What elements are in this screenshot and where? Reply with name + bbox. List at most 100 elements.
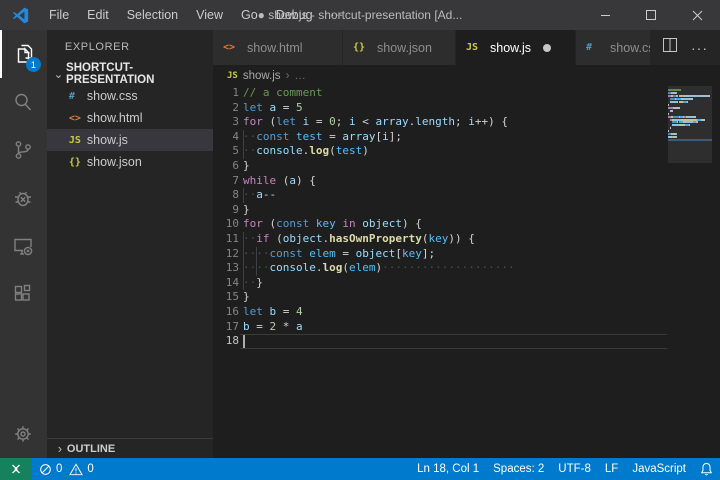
line-number[interactable]: 13: [213, 261, 239, 276]
line-number[interactable]: 7: [213, 174, 239, 189]
tab-show.html[interactable]: <>show.html: [213, 30, 343, 65]
remote-indicator[interactable]: [0, 458, 32, 480]
menu-go[interactable]: Go: [232, 0, 267, 30]
menu-selection[interactable]: Selection: [118, 0, 187, 30]
tab-show.js[interactable]: JSshow.js: [456, 30, 576, 65]
token: let: [276, 115, 296, 128]
status-cursor-position[interactable]: Ln 18, Col 1: [410, 458, 486, 480]
token: key: [316, 217, 336, 230]
line-number[interactable]: 9: [213, 203, 239, 218]
code-line-6[interactable]: 6}: [213, 159, 720, 174]
token: =: [336, 247, 356, 260]
status-language-mode[interactable]: JavaScript: [625, 458, 693, 480]
token: *: [276, 320, 296, 333]
close-button[interactable]: [674, 0, 720, 30]
tab-show.css[interactable]: #show.css: [576, 30, 651, 65]
file-item-show.js[interactable]: JSshow.js: [47, 129, 213, 151]
more-actions-icon[interactable]: ···: [691, 40, 708, 56]
problems-status[interactable]: 0 0: [32, 458, 101, 480]
warning-triangle-icon: [69, 463, 83, 476]
minimize-button[interactable]: [582, 0, 628, 30]
line-number[interactable]: 17: [213, 320, 239, 335]
split-editor-icon[interactable]: [663, 38, 677, 57]
line-number[interactable]: 11: [213, 232, 239, 247]
line-number[interactable]: 14: [213, 276, 239, 291]
code-line-2[interactable]: 2let a = 5: [213, 101, 720, 116]
menu-view[interactable]: View: [187, 0, 232, 30]
extensions-icon[interactable]: [0, 270, 47, 318]
code-line-10[interactable]: 10 for (const key in object) {: [213, 217, 720, 232]
line-content: }: [243, 290, 250, 305]
breadcrumb-more[interactable]: …: [294, 70, 306, 82]
line-content: for (const key in object) {: [243, 217, 422, 232]
search-icon[interactable]: [0, 78, 47, 126]
line-content: ····console.log(elem)···················…: [243, 261, 515, 276]
code-line-8[interactable]: 8··a--: [213, 188, 720, 203]
tab-show.json[interactable]: {}show.json: [343, 30, 456, 65]
line-number[interactable]: 15: [213, 290, 239, 305]
line-number[interactable]: 1: [213, 86, 239, 101]
code-line-7[interactable]: 7while (a) {: [213, 174, 720, 189]
explorer-icon[interactable]: 1: [0, 30, 47, 78]
code-line-9[interactable]: 9}: [213, 203, 720, 218]
code-line-11[interactable]: 11··if (object.hasOwnProperty(key)) {: [213, 232, 720, 247]
code-line-12[interactable]: 12····const elem = object[key];: [213, 247, 720, 262]
menu-bar: FileEditSelectionViewGoDebug···: [40, 0, 352, 30]
maximize-button[interactable]: [628, 0, 674, 30]
warning-count: 0: [87, 463, 93, 475]
line-number[interactable]: 8: [213, 188, 239, 203]
line-number[interactable]: 16: [213, 305, 239, 320]
line-number[interactable]: 12: [213, 247, 239, 262]
menu-file[interactable]: File: [40, 0, 78, 30]
file-list: #show.css<>show.htmlJSshow.js{}show.json: [47, 85, 213, 173]
line-number[interactable]: 5: [213, 144, 239, 159]
token: const: [256, 130, 289, 143]
token: object: [283, 232, 323, 245]
menu-edit[interactable]: Edit: [78, 0, 118, 30]
file-item-show.css[interactable]: #show.css: [47, 85, 213, 107]
code-line-1[interactable]: 1 // a comment: [213, 86, 720, 101]
breadcrumb[interactable]: JS show.js › …: [213, 65, 720, 86]
code-line-5[interactable]: 5··console.log(test): [213, 144, 720, 159]
line-number[interactable]: 4: [213, 130, 239, 145]
token: [263, 305, 270, 318]
outline-section-header[interactable]: › OUTLINE: [47, 438, 213, 458]
file-item-show.html[interactable]: <>show.html: [47, 107, 213, 129]
code-editor[interactable]: 1 // a comment 2let a = 53 for (let i = 0; …: [213, 86, 720, 458]
line-number[interactable]: 10: [213, 217, 239, 232]
file-type-icon: JS: [466, 42, 484, 53]
line-number[interactable]: 2: [213, 101, 239, 116]
code-line-14[interactable]: 14··}: [213, 276, 720, 291]
code-line-17[interactable]: 17b = 2 * a: [213, 320, 720, 335]
token: (: [329, 144, 336, 157]
notifications-bell-icon[interactable]: [693, 458, 720, 480]
code-line-13[interactable]: 13 ····console.log(elem)·················…: [213, 261, 720, 276]
breadcrumb-file[interactable]: show.js: [243, 70, 281, 82]
code-line-16[interactable]: 16let b = 4: [213, 305, 720, 320]
status-eol[interactable]: LF: [598, 458, 625, 480]
code-line-15[interactable]: 15}: [213, 290, 720, 305]
folder-header[interactable]: ⌄ SHORTCUT-PRESENTATION: [47, 63, 213, 85]
remote-explorer-icon[interactable]: [0, 222, 47, 270]
line-number[interactable]: 6: [213, 159, 239, 174]
menu-···[interactable]: ···: [322, 0, 353, 30]
line-number[interactable]: 3: [213, 115, 239, 130]
vscode-logo-icon[interactable]: [0, 7, 40, 24]
manage-gear-icon[interactable]: [0, 410, 47, 458]
status-indentation[interactable]: Spaces: 2: [486, 458, 551, 480]
file-item-show.json[interactable]: {}show.json: [47, 151, 213, 173]
modified-dot-icon[interactable]: [543, 44, 551, 52]
token: test: [336, 144, 363, 157]
code-line-3[interactable]: 3 for (let i = 0; i < array.length; i++) …: [213, 115, 720, 130]
token: elem: [349, 261, 376, 274]
menu-debug[interactable]: Debug: [267, 0, 322, 30]
source-control-icon[interactable]: [0, 126, 47, 174]
debug-bug-icon[interactable]: [0, 174, 47, 222]
line-number[interactable]: 18: [213, 334, 239, 349]
code-line-4[interactable]: 4··const test = array[i];: [213, 130, 720, 145]
code-line-18[interactable]: 18: [213, 334, 720, 349]
line-content: for (let i = 0; i < array.length; i++) {: [243, 115, 508, 130]
token: // a comment: [243, 86, 322, 99]
status-encoding[interactable]: UTF-8: [551, 458, 598, 480]
token: ) {: [296, 174, 316, 187]
